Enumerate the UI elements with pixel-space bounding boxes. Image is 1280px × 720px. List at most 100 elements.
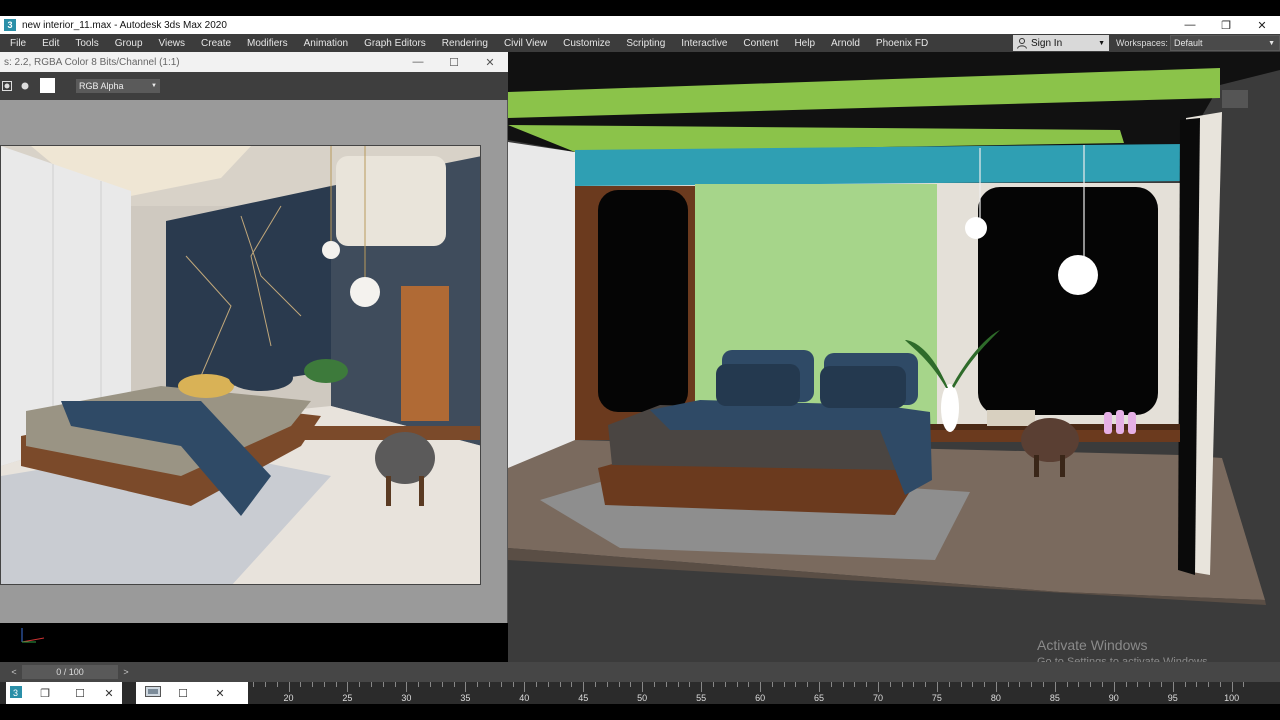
ruler-tick (465, 682, 467, 692)
teal-fascia (575, 144, 1186, 186)
render-window-title: s: 2.2, RGBA Color 8 Bits/Channel (1:1) (4, 56, 180, 68)
ruler-tick (701, 682, 703, 692)
ruler-tick (1184, 682, 1186, 687)
menu-edit[interactable]: Edit (34, 38, 67, 49)
render-stool (375, 432, 435, 484)
maximize-icon[interactable]: ☐ (64, 687, 96, 700)
ruler-label: 25 (342, 693, 353, 703)
ruler-tick (1231, 682, 1233, 692)
pendant-right (1058, 255, 1098, 295)
ruler-tick (359, 682, 361, 687)
menu-file[interactable]: File (0, 38, 34, 49)
ruler-tick (948, 682, 950, 687)
minimized-window-1[interactable]: 3 ❐ ☐ ✕ (6, 682, 122, 704)
close-icon[interactable]: ✕ (96, 687, 122, 700)
ruler-tick (1031, 682, 1033, 687)
ruler-label: 55 (696, 693, 707, 703)
menu-interactive[interactable]: Interactive (673, 38, 735, 49)
color-swatch[interactable] (40, 78, 55, 93)
ruler-tick (1043, 682, 1045, 687)
menu-tools[interactable]: Tools (67, 38, 106, 49)
menu-phoenix-fd[interactable]: Phoenix FD (868, 38, 936, 49)
chevron-down-icon: ▼ (1268, 39, 1275, 47)
close-icon[interactable]: ✕ (196, 687, 244, 700)
ruler-tick (335, 682, 337, 687)
menu-create[interactable]: Create (193, 38, 239, 49)
minimize-button[interactable]: — (1172, 16, 1208, 34)
ruler-tick (1007, 682, 1009, 687)
menu-arnold[interactable]: Arnold (823, 38, 868, 49)
menu-scripting[interactable]: Scripting (618, 38, 673, 49)
perspective-viewport[interactable] (508, 52, 1280, 662)
render-pendant-2 (350, 277, 380, 307)
ruler-tick (736, 682, 738, 687)
timeline-ruler[interactable]: 20 25 30 35 40 45 50 55 60 65 70 75 80 85 90 95 100 (250, 682, 1280, 704)
ruler-tick (547, 682, 549, 687)
menu-help[interactable]: Help (786, 38, 823, 49)
stool-leg-1 (1034, 455, 1039, 477)
ruler-tick (771, 682, 773, 687)
channel-toggle-icon[interactable] (2, 81, 12, 91)
close-button[interactable]: ✕ (1244, 16, 1280, 34)
minimized-window-2[interactable]: ☐ ✕ (136, 682, 248, 704)
render-frame-window[interactable]: s: 2.2, RGBA Color 8 Bits/Channel (1:1) … (0, 52, 508, 623)
ruler-tick (984, 682, 986, 687)
ruler-tick (630, 682, 632, 687)
ruler-tick (889, 682, 891, 687)
ruler-tick (936, 682, 938, 692)
ruler-tick (1090, 682, 1092, 687)
ruler-tick (1066, 682, 1068, 687)
ruler-tick (571, 682, 573, 687)
mono-toggle-icon[interactable] (20, 81, 30, 91)
pendant-left (965, 217, 987, 239)
menu-customize[interactable]: Customize (555, 38, 618, 49)
menu-content[interactable]: Content (735, 38, 786, 49)
ruler-label: 30 (401, 693, 412, 703)
ruler-label: 85 (1049, 693, 1060, 703)
pillow-4 (820, 366, 906, 408)
bottle-1 (1104, 412, 1112, 434)
ruler-tick (1160, 682, 1162, 687)
render-plant (304, 359, 348, 383)
render-headboard-wall (166, 186, 331, 396)
time-slider[interactable]: 0 / 100 (22, 665, 118, 679)
display-channel-dropdown[interactable]: RGB Alpha ▼ (76, 79, 160, 93)
render-maximize-button[interactable]: ☐ (436, 52, 472, 72)
workspace-dropdown[interactable]: Default ▼ (1170, 35, 1280, 51)
menu-animation[interactable]: Animation (296, 38, 356, 49)
sign-in-button[interactable]: Sign In ▼ (1013, 35, 1109, 51)
ruler-tick (1102, 682, 1103, 687)
ruler-tick (1019, 682, 1021, 687)
vase (941, 384, 959, 432)
ruler-tick (477, 682, 479, 687)
menu-views[interactable]: Views (151, 38, 194, 49)
render-frame-icon (136, 686, 170, 700)
render-scene (1, 146, 480, 584)
ruler-tick (441, 682, 443, 687)
ruler-tick (819, 682, 821, 692)
maximize-icon[interactable]: ☐ (170, 687, 196, 700)
ruler-tick (1054, 682, 1056, 692)
menu-group[interactable]: Group (107, 38, 151, 49)
ruler-tick (1149, 682, 1151, 687)
render-minimize-button[interactable]: — (400, 52, 436, 72)
restore-icon[interactable]: ❐ (26, 687, 64, 700)
ruler-tick (642, 682, 644, 692)
menu-civil-view[interactable]: Civil View (496, 38, 555, 49)
render-close-button[interactable]: ✕ (472, 52, 508, 72)
next-frame-button[interactable]: > (120, 665, 132, 679)
ruler-tick (253, 682, 255, 687)
letterbox-top (0, 0, 1280, 16)
ruler-tick (1243, 682, 1245, 687)
prev-frame-button[interactable]: < (8, 665, 20, 679)
restore-button[interactable]: ❐ (1208, 16, 1244, 34)
workspaces-label: Workspaces: (1116, 38, 1168, 48)
ruler-tick (500, 682, 502, 687)
menu-graph-editors[interactable]: Graph Editors (356, 38, 434, 49)
3ds-max-icon: 3 (4, 19, 16, 31)
window-title: new interior_11.max - Autodesk 3ds Max 2… (22, 19, 227, 31)
menu-rendering[interactable]: Rendering (434, 38, 496, 49)
ruler-tick (878, 682, 879, 692)
menu-modifiers[interactable]: Modifiers (239, 38, 296, 49)
ruler-tick (512, 682, 514, 687)
